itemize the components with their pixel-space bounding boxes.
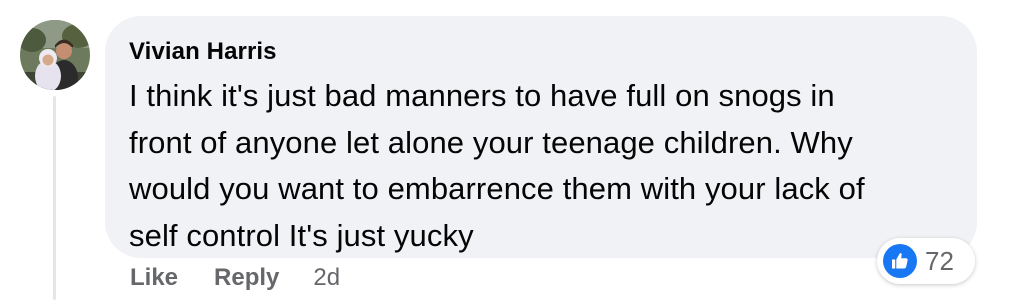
reaction-summary[interactable]: 72 <box>877 238 975 284</box>
comment-text: I think it's just bad manners to have fu… <box>129 78 865 253</box>
reply-button[interactable]: Reply <box>214 264 279 292</box>
comment-container: Vivian Harris I think it's just bad mann… <box>0 0 1024 300</box>
comment-timestamp[interactable]: 2d <box>313 264 340 292</box>
avatar-photo <box>20 20 90 90</box>
reaction-count: 72 <box>925 246 954 276</box>
comment-actions: Like Reply 2d <box>130 262 340 294</box>
avatar[interactable] <box>20 20 90 90</box>
thumbs-up-icon <box>883 244 917 278</box>
thread-line <box>53 96 56 300</box>
comment-author[interactable]: Vivian Harris <box>129 37 953 67</box>
comment-bubble: Vivian Harris I think it's just bad mann… <box>105 16 977 258</box>
like-button[interactable]: Like <box>130 264 178 292</box>
